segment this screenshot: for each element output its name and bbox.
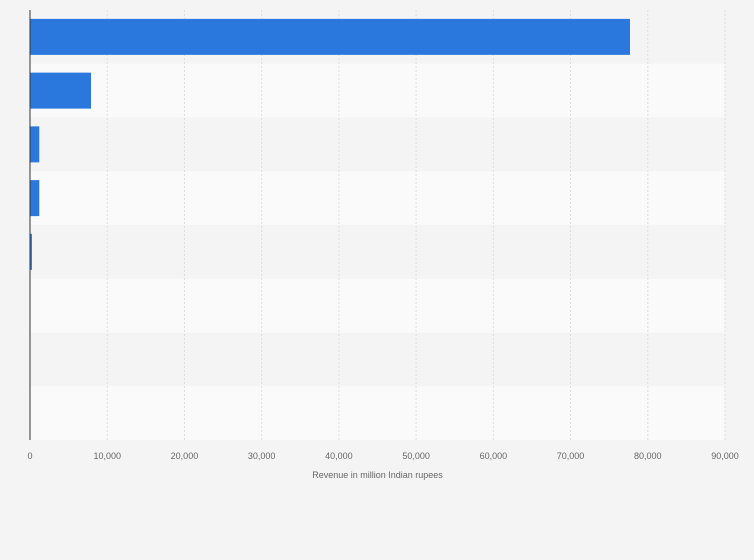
bar <box>30 126 40 163</box>
x-tick-label: 60,000 <box>480 451 508 461</box>
row-band <box>30 117 725 172</box>
x-tick-label: 70,000 <box>557 451 585 461</box>
x-tick-label: 90,000 <box>711 451 739 461</box>
row-band <box>30 225 725 279</box>
row-band <box>30 63 725 118</box>
x-tick-label: 40,000 <box>325 451 353 461</box>
x-tick-label: 10,000 <box>93 451 121 461</box>
x-tick-label: 30,000 <box>248 451 276 461</box>
row-band <box>30 386 725 440</box>
x-axis-title: Revenue in million Indian rupees <box>312 470 443 480</box>
row-bands <box>30 10 725 440</box>
row-band <box>30 278 725 333</box>
bar <box>30 180 40 217</box>
bar <box>30 18 631 55</box>
row-band <box>30 171 725 225</box>
x-tick-label: 50,000 <box>402 451 430 461</box>
row-band <box>30 332 725 387</box>
x-tick-label: 20,000 <box>171 451 199 461</box>
bar <box>30 72 92 109</box>
x-tick-labels: 0 10,000 20,000 30,000 40,000 50,000 60,000 70,… <box>27 451 738 461</box>
x-tick-label: 80,000 <box>634 451 662 461</box>
x-tick-label: 0 <box>27 451 32 461</box>
bar-chart: 0 10,000 20,000 30,000 40,000 50,000 60,000 70,… <box>27 10 739 480</box>
